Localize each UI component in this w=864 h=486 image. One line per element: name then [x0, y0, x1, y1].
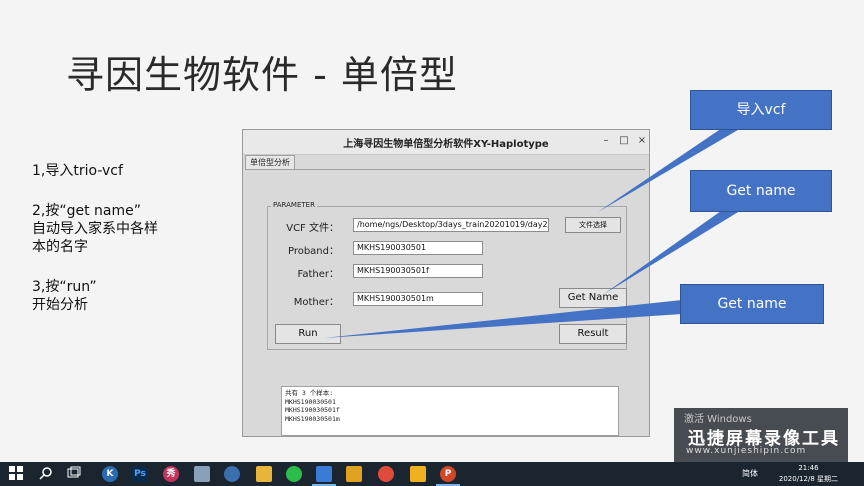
callout-get-name: Get name [680, 284, 824, 324]
app-shield-icon[interactable] [346, 466, 362, 482]
watermark-line: 激活 Windows [684, 414, 752, 425]
system-clock[interactable]: 21:46 2020/12/8 星期二 [779, 463, 838, 485]
windows-start-icon[interactable] [8, 466, 24, 482]
app-blue-icon[interactable] [224, 466, 240, 482]
taskbar: K Ps 秀 P 简体 21:46 2020/12/8 星期二 [0, 462, 864, 486]
task-view-icon[interactable] [66, 466, 82, 482]
app-red-icon[interactable]: 秀 [163, 466, 179, 482]
watermark-line: www.xunjieshipin.com [686, 446, 807, 456]
recorder-watermark: 激活 Windows 迅捷屏幕录像工具 www.xunjieshipin.com [674, 408, 848, 462]
screen-recorder-icon[interactable] [316, 466, 332, 482]
photoshop-icon[interactable]: Ps [132, 466, 148, 482]
callout-arrows [324, 124, 748, 338]
callout-pointer [604, 206, 748, 294]
clock-time: 21:46 [798, 464, 819, 472]
chrome-icon[interactable] [378, 466, 394, 482]
file-explorer-icon[interactable] [256, 466, 272, 482]
clock-date: 2020/12/8 星期二 [778, 475, 838, 483]
wechat-icon[interactable] [286, 466, 302, 482]
callout-get-name: Get name [690, 170, 832, 212]
powerpoint-icon[interactable]: P [440, 466, 456, 482]
app-k-icon[interactable]: K [102, 466, 118, 482]
app-yellow-icon[interactable] [410, 466, 426, 482]
notepad-icon[interactable] [194, 466, 210, 482]
callout-import-vcf: 导入vcf [690, 90, 832, 130]
search-icon[interactable] [38, 466, 54, 482]
slide: 寻因生物软件 - 单倍型 1,导入trio-vcf 2,按“get name” … [0, 0, 864, 462]
callout-pointer [324, 300, 682, 338]
ime-indicator[interactable]: 简体 [742, 468, 758, 479]
